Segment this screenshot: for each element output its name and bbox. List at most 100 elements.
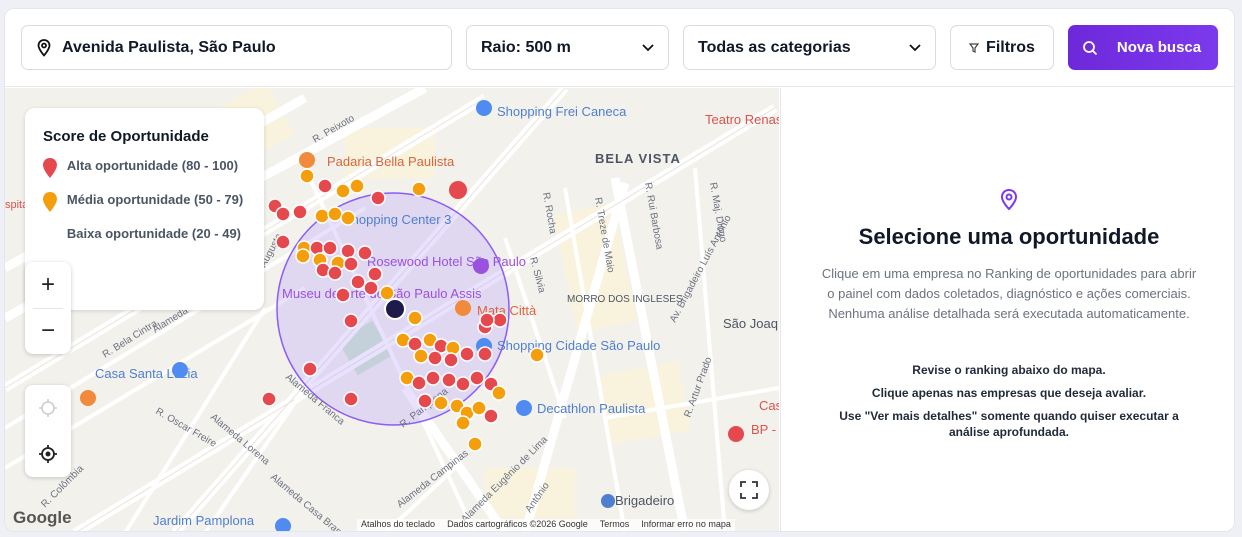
pin-medium-opportunity[interactable] [529, 347, 545, 363]
pin-medium-opportunity[interactable] [299, 168, 315, 184]
pin-medium-opportunity[interactable] [491, 385, 507, 401]
target-icon [39, 445, 57, 463]
pin-high-opportunity[interactable] [343, 256, 359, 272]
label-teatro: Teatro Renas [705, 112, 779, 127]
label-brigadeiro: Brigadeiro [615, 493, 674, 508]
panel-description: Clique em uma empresa no Ranking de opor… [821, 266, 1197, 321]
pin-high-opportunity[interactable] [357, 245, 373, 261]
filter-icon [969, 42, 980, 53]
label-sao-joaq: São Joaq [723, 316, 778, 331]
pin-high-opportunity[interactable] [425, 370, 441, 386]
pin-medium-opportunity[interactable] [295, 248, 311, 264]
keyboard-shortcuts-link[interactable]: Atalhos do teclado [361, 519, 435, 531]
category-value: Todas as categorias [698, 38, 851, 56]
pin-high-opportunity[interactable] [479, 312, 495, 328]
pin-high-opportunity[interactable] [327, 265, 343, 281]
pin-high-opportunity[interactable] [343, 313, 359, 329]
terms-link[interactable]: Termos [600, 519, 630, 531]
label-bp: BP - Porto [751, 422, 779, 437]
pin-medium-opportunity[interactable] [340, 210, 356, 226]
pin-medium-opportunity[interactable] [413, 348, 429, 364]
chevron-down-icon [909, 43, 921, 51]
pin-high-opportunity[interactable] [411, 375, 427, 391]
label-morro-1: MORRO DOS INGLESES [567, 294, 683, 305]
label-shopping-center-3: Shopping Center 3 [343, 212, 451, 227]
center-marker [384, 298, 406, 320]
pin-high-opportunity[interactable] [302, 361, 318, 377]
search-icon [1083, 40, 1098, 55]
tip-item: Clique apenas nas empresas que deseja av… [871, 386, 1147, 400]
pin-high-opportunity[interactable] [322, 240, 338, 256]
filters-button[interactable]: Filtros [950, 25, 1054, 70]
pin-high-opportunity[interactable] [367, 266, 383, 282]
search-bar: Avenida Paulista, São Paulo Raio: 500 m … [5, 9, 1234, 87]
new-search-button[interactable]: Nova busca [1068, 25, 1218, 70]
pin-medium-opportunity[interactable] [433, 395, 449, 411]
pin-high-opportunity[interactable] [370, 190, 386, 206]
pin-medium-opportunity[interactable] [335, 183, 351, 199]
new-search-label: Nova busca [1116, 38, 1202, 56]
zoom-in-button[interactable]: + [25, 262, 71, 308]
pin-high-opportunity[interactable] [477, 346, 493, 362]
my-location-button[interactable] [25, 385, 71, 431]
fullscreen-button[interactable] [729, 470, 769, 510]
radius-select[interactable]: Raio: 500 m [466, 25, 669, 70]
pin-orange-icon [43, 192, 57, 212]
label-cas: Cas [759, 398, 779, 413]
detail-panel: Selecione uma oportunidade Clique em uma… [780, 88, 1234, 531]
address-input[interactable]: Avenida Paulista, São Paulo [21, 25, 452, 70]
zoom-controls: + − [25, 262, 71, 354]
pin-medium-opportunity[interactable] [349, 178, 365, 194]
pin-high-opportunity[interactable] [443, 352, 459, 368]
pin-high-opportunity[interactable] [459, 346, 475, 362]
crosshair-icon [39, 399, 57, 417]
category-select[interactable]: Todas as categorias [683, 25, 936, 70]
legend-title: Score de Oportunidade [43, 128, 209, 145]
fullscreen-icon [740, 481, 758, 499]
pin-high-opportunity[interactable] [335, 287, 351, 303]
radius-value: Raio: 500 m [481, 38, 571, 56]
center-map-button[interactable] [25, 431, 71, 477]
shopping-cart-icon [172, 362, 188, 378]
pin-high-opportunity[interactable] [469, 370, 485, 386]
google-logo: Google [13, 508, 72, 527]
pin-high-opportunity[interactable] [483, 408, 499, 424]
pin-high-opportunity[interactable] [317, 178, 333, 194]
legend-medium-label: Média oportunidade (50 - 79) [66, 192, 244, 207]
hotel-icon [473, 258, 489, 274]
label-decathlon: Decathlon Paulista [537, 401, 646, 416]
pin-medium-opportunity[interactable] [379, 285, 395, 301]
pin-high-opportunity[interactable] [275, 234, 291, 250]
zoom-out-button[interactable]: − [25, 308, 71, 354]
pin-high-opportunity[interactable] [343, 391, 359, 407]
pin-high-opportunity[interactable] [292, 204, 308, 220]
pin-high-opportunity[interactable] [441, 372, 457, 388]
tip-item: Use "Ver mais detalhes" somente quando q… [839, 409, 1179, 439]
legend-low-label: Baixa oportunidade (20 - 49) [66, 226, 242, 241]
pin-high-opportunity[interactable] [261, 391, 277, 407]
map-view[interactable]: BELA VISTA MORRO DOS INGLESES Shopping F… [5, 88, 779, 531]
restaurant-icon [80, 390, 96, 406]
pin-high-opportunity[interactable] [427, 350, 443, 366]
pin-medium-opportunity[interactable] [314, 208, 330, 224]
pin-high-opportunity[interactable] [455, 376, 471, 392]
pin-high-opportunity[interactable] [340, 243, 356, 259]
pin-high-opportunity[interactable] [275, 206, 291, 222]
label-padaria: Padaria Bella Paulista [327, 154, 455, 169]
pin-high-opportunity[interactable] [417, 393, 433, 409]
hospital-icon [728, 426, 744, 442]
location-controls [25, 385, 71, 477]
pin-medium-opportunity[interactable] [327, 206, 343, 222]
pin-high-opportunity[interactable] [350, 274, 366, 290]
label-jardim-pamplona: Jardim Pamplona [153, 513, 255, 528]
pin-medium-opportunity[interactable] [407, 310, 423, 326]
label-shopping-cidade: Shopping Cidade São Paulo [497, 338, 660, 353]
pin-high-opportunity[interactable] [363, 280, 379, 296]
pin-high-opportunity[interactable] [492, 312, 508, 328]
tip-item: Revise o ranking abaixo do mapa. [912, 363, 1106, 377]
hospital-icon [449, 181, 467, 199]
pin-medium-opportunity[interactable] [467, 436, 483, 452]
report-error-link[interactable]: Informar erro no mapa [641, 519, 731, 531]
pin-medium-opportunity[interactable] [411, 181, 427, 197]
pin-medium-opportunity[interactable] [455, 415, 471, 431]
